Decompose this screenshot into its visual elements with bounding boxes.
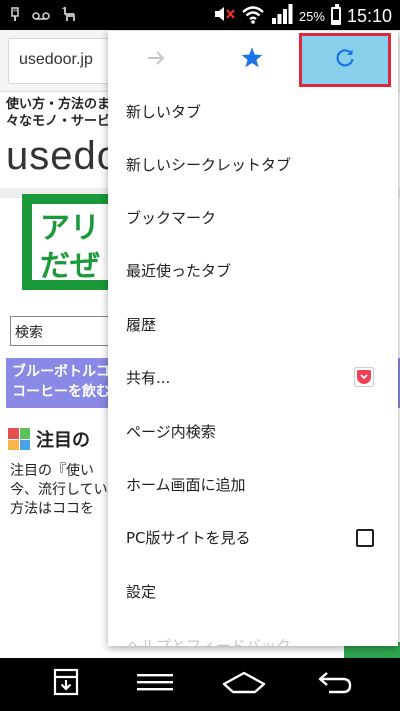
feature-heading: 注目の (8, 426, 90, 452)
menu-item-label: 新しいシークレットタブ (126, 156, 292, 174)
signal-icon (271, 4, 293, 28)
tagline-line: 使い方・方法のま (6, 97, 111, 112)
menu-item-settings[interactable]: 設定 (108, 565, 398, 618)
refresh-button[interactable] (299, 33, 391, 87)
menu-item-share[interactable]: 共有... (108, 351, 398, 404)
home-icon (222, 670, 266, 698)
menu-lines-icon (137, 672, 173, 696)
menu-item-bookmarks[interactable]: ブックマーク (108, 191, 398, 244)
back-icon (315, 669, 353, 699)
alpaca-icon (60, 5, 78, 28)
tiles-icon (8, 428, 30, 450)
ad-banner[interactable]: アリ だぜ (22, 194, 122, 290)
menu-item-label: ホーム画面に追加 (126, 476, 246, 494)
menu-item-label: 共有... (126, 369, 171, 387)
menu-item-new-tab[interactable]: 新しいタブ (108, 85, 398, 138)
menu-item-add-to-home[interactable]: ホーム画面に追加 (108, 458, 398, 511)
menu-item-label: ブックマーク (126, 209, 217, 227)
site-logo[interactable]: usedo (6, 134, 120, 179)
voicemail-icon (32, 7, 50, 27)
menu-item-label: 最近使ったタブ (126, 262, 232, 280)
battery-icon (330, 4, 341, 25)
para-line: 今、流行してい (10, 482, 108, 498)
menu-item-request-desktop[interactable]: PC版サイトを見る (108, 511, 398, 564)
menu-item-help-feedback[interactable]: ヘルプとフィードバック (108, 631, 398, 646)
refresh-icon (334, 47, 356, 73)
download-box-icon (53, 668, 79, 700)
menu-item-label: ページ内検索 (126, 423, 216, 441)
menu-button[interactable] (133, 666, 177, 702)
menu-item-label: PC版サイトを見る (126, 529, 251, 547)
navigation-bar (0, 658, 400, 711)
menu-item-label: 履歴 (126, 316, 157, 334)
usb-icon (8, 6, 22, 27)
tagline-line: 々なモノ・サービ (6, 114, 111, 129)
menu-item-find-in-page[interactable]: ページ内検索 (108, 405, 398, 458)
status-bar: 25% 15:10 (0, 0, 400, 30)
feature-paragraph: 注目の『使い 今、流行してい 方法はココを (10, 462, 120, 519)
clock: 15:10 (346, 5, 392, 26)
pocket-icon[interactable] (354, 367, 374, 387)
back-button[interactable] (312, 666, 356, 702)
menu-icon-row (108, 31, 398, 89)
bookmark-star-button[interactable] (206, 33, 298, 87)
feature-title: 注目の (36, 430, 90, 451)
forward-button[interactable] (110, 33, 202, 87)
forward-icon (145, 47, 167, 73)
menu-item-label: ヘルプとフィードバック (126, 637, 291, 646)
menu-item-history[interactable]: 履歴 (108, 298, 398, 351)
menu-item-label: 設定 (126, 583, 157, 601)
mute-icon (213, 4, 235, 28)
battery-percent: 25% (298, 8, 325, 24)
site-tagline: 使い方・方法のま 々なモノ・サービ (6, 96, 116, 130)
banner-text: だぜ (40, 249, 100, 284)
wifi-icon (241, 4, 265, 28)
menu-item-label: 新しいタブ (126, 103, 202, 121)
para-line: 方法はココを (10, 501, 94, 517)
status-right: 25% 15:10 (213, 4, 392, 28)
banner-text: アリ (40, 211, 100, 246)
download-button[interactable] (44, 666, 88, 702)
request-desktop-checkbox[interactable] (356, 529, 374, 547)
menu-item-incognito-tab[interactable]: 新しいシークレットタブ (108, 138, 398, 191)
bookmark-star-icon (240, 46, 264, 74)
overflow-menu: 新しいタブ 新しいシークレットタブ ブックマーク 最近使ったタブ 履歴 共有..… (108, 31, 398, 646)
notification-icons (8, 5, 78, 28)
menu-item-recent-tabs[interactable]: 最近使ったタブ (108, 244, 398, 297)
para-line: 注目の『使い (10, 463, 94, 479)
home-button[interactable] (222, 666, 266, 702)
